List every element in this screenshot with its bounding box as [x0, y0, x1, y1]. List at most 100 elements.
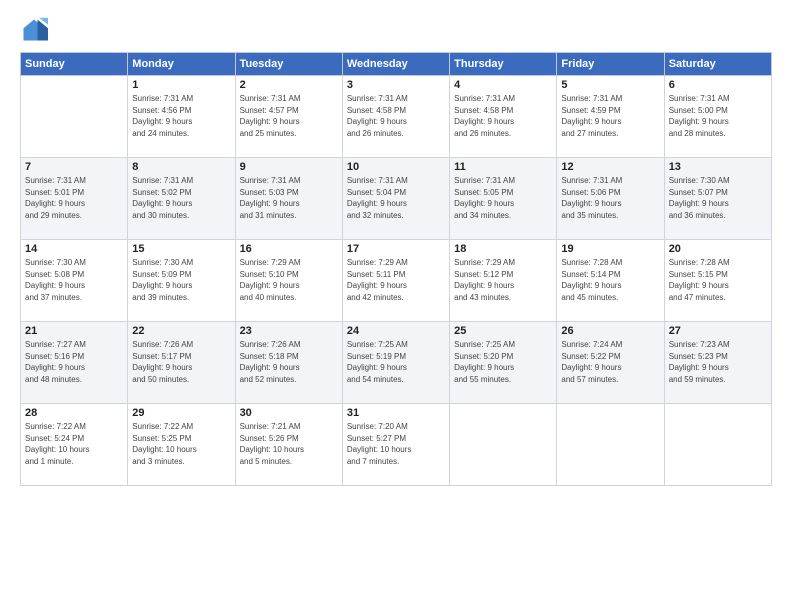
day-number: 22: [132, 325, 230, 337]
day-info: Sunrise: 7:28 AM Sunset: 5:15 PM Dayligh…: [669, 257, 767, 303]
col-header-friday: Friday: [557, 53, 664, 76]
day-number: 5: [561, 79, 659, 91]
day-number: 27: [669, 325, 767, 337]
day-cell: 14 Sunrise: 7:30 AM Sunset: 5:08 PM Dayli…: [21, 240, 128, 322]
day-number: 3: [347, 79, 445, 91]
day-number: 11: [454, 161, 552, 173]
day-number: 28: [25, 407, 123, 419]
day-cell: 15 Sunrise: 7:30 AM Sunset: 5:09 PM Dayli…: [128, 240, 235, 322]
day-info: Sunrise: 7:31 AM Sunset: 4:59 PM Dayligh…: [561, 93, 659, 139]
day-number: 2: [240, 79, 338, 91]
day-number: 24: [347, 325, 445, 337]
day-cell: [664, 404, 771, 486]
day-cell: 5 Sunrise: 7:31 AM Sunset: 4:59 PM Daylig…: [557, 76, 664, 158]
day-info: Sunrise: 7:25 AM Sunset: 5:19 PM Dayligh…: [347, 339, 445, 385]
day-number: 20: [669, 243, 767, 255]
day-number: 17: [347, 243, 445, 255]
day-number: 29: [132, 407, 230, 419]
day-cell: 29 Sunrise: 7:22 AM Sunset: 5:25 PM Dayli…: [128, 404, 235, 486]
day-cell: 16Sunrise: 7:29 AM Sunset: 5:10 PM Dayli…: [235, 240, 342, 322]
week-row-1: 7Sunrise: 7:31 AM Sunset: 5:01 PM Daylig…: [21, 158, 772, 240]
day-number: 1: [132, 79, 230, 91]
day-cell: 1 Sunrise: 7:31 AM Sunset: 4:56 PM Daylig…: [128, 76, 235, 158]
logo-icon: [20, 16, 48, 44]
day-cell: [21, 76, 128, 158]
day-cell: 3Sunrise: 7:31 AM Sunset: 4:58 PM Daylig…: [342, 76, 449, 158]
day-info: Sunrise: 7:30 AM Sunset: 5:07 PM Dayligh…: [669, 175, 767, 221]
col-header-saturday: Saturday: [664, 53, 771, 76]
calendar-table: SundayMondayTuesdayWednesdayThursdayFrid…: [20, 52, 772, 486]
day-info: Sunrise: 7:31 AM Sunset: 5:02 PM Dayligh…: [132, 175, 230, 221]
day-number: 18: [454, 243, 552, 255]
header-row: SundayMondayTuesdayWednesdayThursdayFrid…: [21, 53, 772, 76]
col-header-thursday: Thursday: [450, 53, 557, 76]
day-cell: 24 Sunrise: 7:25 AM Sunset: 5:19 PM Dayli…: [342, 322, 449, 404]
day-info: Sunrise: 7:31 AM Sunset: 5:06 PM Dayligh…: [561, 175, 659, 221]
day-info: Sunrise: 7:30 AM Sunset: 5:09 PM Dayligh…: [132, 257, 230, 303]
day-cell: 22 Sunrise: 7:26 AM Sunset: 5:17 PM Dayli…: [128, 322, 235, 404]
day-cell: 20 Sunrise: 7:28 AM Sunset: 5:15 PM Dayli…: [664, 240, 771, 322]
day-info: Sunrise: 7:31 AM Sunset: 4:56 PM Dayligh…: [132, 93, 230, 139]
day-cell: 25Sunrise: 7:25 AM Sunset: 5:20 PM Dayli…: [450, 322, 557, 404]
day-number: 13: [669, 161, 767, 173]
day-cell: 11 Sunrise: 7:31 AM Sunset: 5:05 PM Dayli…: [450, 158, 557, 240]
day-cell: 30 Sunrise: 7:21 AM Sunset: 5:26 PM Dayli…: [235, 404, 342, 486]
day-cell: 6 Sunrise: 7:31 AM Sunset: 5:00 PM Daylig…: [664, 76, 771, 158]
week-row-3: 21Sunrise: 7:27 AM Sunset: 5:16 PM Dayli…: [21, 322, 772, 404]
day-cell: 13 Sunrise: 7:30 AM Sunset: 5:07 PM Dayli…: [664, 158, 771, 240]
day-info: Sunrise: 7:31 AM Sunset: 4:58 PM Dayligh…: [454, 93, 552, 139]
day-number: 23: [240, 325, 338, 337]
day-info: Sunrise: 7:29 AM Sunset: 5:11 PM Dayligh…: [347, 257, 445, 303]
day-cell: 2 Sunrise: 7:31 AM Sunset: 4:57 PM Daylig…: [235, 76, 342, 158]
day-cell: 10Sunrise: 7:31 AM Sunset: 5:04 PM Dayli…: [342, 158, 449, 240]
day-cell: 17 Sunrise: 7:29 AM Sunset: 5:11 PM Dayli…: [342, 240, 449, 322]
day-info: Sunrise: 7:31 AM Sunset: 4:57 PM Dayligh…: [240, 93, 338, 139]
day-info: Sunrise: 7:26 AM Sunset: 5:18 PM Dayligh…: [240, 339, 338, 385]
day-cell: 19Sunrise: 7:28 AM Sunset: 5:14 PM Dayli…: [557, 240, 664, 322]
day-cell: [450, 404, 557, 486]
day-info: Sunrise: 7:28 AM Sunset: 5:14 PM Dayligh…: [561, 257, 659, 303]
day-cell: 27 Sunrise: 7:23 AM Sunset: 5:23 PM Dayli…: [664, 322, 771, 404]
day-info: Sunrise: 7:21 AM Sunset: 5:26 PM Dayligh…: [240, 421, 338, 467]
day-number: 30: [240, 407, 338, 419]
col-header-monday: Monday: [128, 53, 235, 76]
header: [20, 16, 772, 44]
day-info: Sunrise: 7:31 AM Sunset: 5:03 PM Dayligh…: [240, 175, 338, 221]
day-cell: 28Sunrise: 7:22 AM Sunset: 5:24 PM Dayli…: [21, 404, 128, 486]
day-info: Sunrise: 7:29 AM Sunset: 5:10 PM Dayligh…: [240, 257, 338, 303]
day-info: Sunrise: 7:22 AM Sunset: 5:25 PM Dayligh…: [132, 421, 230, 467]
day-number: 12: [561, 161, 659, 173]
day-number: 15: [132, 243, 230, 255]
day-number: 7: [25, 161, 123, 173]
day-cell: 23 Sunrise: 7:26 AM Sunset: 5:18 PM Dayli…: [235, 322, 342, 404]
day-number: 14: [25, 243, 123, 255]
day-info: Sunrise: 7:26 AM Sunset: 5:17 PM Dayligh…: [132, 339, 230, 385]
day-info: Sunrise: 7:20 AM Sunset: 5:27 PM Dayligh…: [347, 421, 445, 467]
col-header-sunday: Sunday: [21, 53, 128, 76]
day-cell: 8Sunrise: 7:31 AM Sunset: 5:02 PM Daylig…: [128, 158, 235, 240]
day-number: 6: [669, 79, 767, 91]
day-number: 26: [561, 325, 659, 337]
day-number: 9: [240, 161, 338, 173]
day-cell: 31 Sunrise: 7:20 AM Sunset: 5:27 PM Dayli…: [342, 404, 449, 486]
col-header-wednesday: Wednesday: [342, 53, 449, 76]
day-cell: 9 Sunrise: 7:31 AM Sunset: 5:03 PM Daylig…: [235, 158, 342, 240]
day-cell: [557, 404, 664, 486]
logo: [20, 16, 52, 44]
day-info: Sunrise: 7:24 AM Sunset: 5:22 PM Dayligh…: [561, 339, 659, 385]
day-cell: 7Sunrise: 7:31 AM Sunset: 5:01 PM Daylig…: [21, 158, 128, 240]
day-info: Sunrise: 7:30 AM Sunset: 5:08 PM Dayligh…: [25, 257, 123, 303]
day-info: Sunrise: 7:31 AM Sunset: 5:05 PM Dayligh…: [454, 175, 552, 221]
day-cell: 21Sunrise: 7:27 AM Sunset: 5:16 PM Dayli…: [21, 322, 128, 404]
day-info: Sunrise: 7:31 AM Sunset: 5:00 PM Dayligh…: [669, 93, 767, 139]
day-cell: 12 Sunrise: 7:31 AM Sunset: 5:06 PM Dayli…: [557, 158, 664, 240]
day-number: 25: [454, 325, 552, 337]
col-header-tuesday: Tuesday: [235, 53, 342, 76]
day-number: 4: [454, 79, 552, 91]
day-cell: 18 Sunrise: 7:29 AM Sunset: 5:12 PM Dayli…: [450, 240, 557, 322]
day-number: 21: [25, 325, 123, 337]
day-info: Sunrise: 7:29 AM Sunset: 5:12 PM Dayligh…: [454, 257, 552, 303]
page: SundayMondayTuesdayWednesdayThursdayFrid…: [0, 0, 792, 612]
day-info: Sunrise: 7:23 AM Sunset: 5:23 PM Dayligh…: [669, 339, 767, 385]
day-number: 31: [347, 407, 445, 419]
